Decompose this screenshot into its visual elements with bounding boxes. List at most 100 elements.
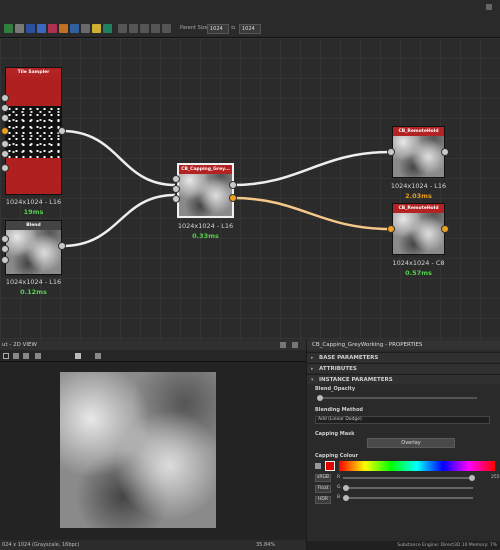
output-port[interactable]	[441, 225, 449, 233]
input-port[interactable]	[1, 164, 9, 172]
connection-tile-to-capping	[61, 129, 176, 187]
node-remote-hold-b[interactable]: CB_RemoteHold	[392, 203, 445, 255]
input-port[interactable]	[387, 148, 395, 156]
input-port[interactable]	[1, 127, 9, 135]
section-attributes[interactable]: ▸ ATTRIBUTES	[307, 363, 500, 373]
pin-icon[interactable]	[37, 24, 46, 33]
output-port[interactable]	[58, 127, 66, 135]
input-port[interactable]	[1, 150, 9, 158]
output-port[interactable]	[58, 242, 66, 250]
input-port[interactable]	[1, 256, 9, 264]
export-icon[interactable]	[129, 24, 138, 33]
node-tile-sampler[interactable]: Tile Sampler	[5, 67, 62, 195]
pin-icon[interactable]	[280, 342, 286, 348]
tool-icon[interactable]	[95, 353, 101, 359]
layout-icon[interactable]	[59, 24, 68, 33]
color-icon[interactable]	[48, 24, 57, 33]
connection-blend-to-capping	[61, 193, 176, 248]
node-title: Blend	[6, 221, 61, 230]
eyedropper-icon[interactable]	[315, 463, 321, 469]
channel-r-label: R	[337, 475, 341, 480]
chevron-right-icon: ▸	[311, 355, 314, 361]
slider-handle[interactable]	[343, 495, 349, 501]
panel-options-icon[interactable]	[486, 4, 492, 10]
node-time: 19ms	[23, 208, 44, 216]
properties-panel: CB_Capping_GreyWorking - PROPERTIES ▸ BA…	[307, 340, 500, 550]
node-size: 1024x1024 - L16	[177, 222, 234, 230]
channel-r-slider[interactable]	[343, 475, 475, 481]
bake-icon[interactable]	[103, 24, 112, 33]
node-time: 2.03ms	[405, 192, 432, 200]
output-port[interactable]	[229, 181, 237, 189]
slider-handle[interactable]	[317, 395, 323, 401]
hue-spectrum[interactable]	[339, 461, 495, 471]
view-2d-panel: ut - 2D VIEW 024 x 1024 (Grayscale, 16bp…	[0, 340, 306, 550]
hdr-button[interactable]: HDR	[315, 496, 331, 504]
history-icon[interactable]	[140, 24, 149, 33]
input-port[interactable]	[172, 175, 180, 183]
blending-method-select[interactable]: Add (Linear Dodge)	[315, 416, 490, 424]
tool-icon[interactable]	[13, 353, 19, 359]
node-preview	[6, 106, 61, 158]
properties-title: CB_Capping_GreyWorking - PROPERTIES	[307, 340, 500, 350]
node-blend[interactable]: Blend	[5, 220, 62, 275]
slider-handle[interactable]	[469, 475, 475, 481]
frame-icon[interactable]	[15, 24, 24, 33]
channel-b-slider[interactable]	[343, 495, 473, 501]
section-instance-parameters[interactable]: ▾ INSTANCE PARAMETERS	[307, 374, 500, 384]
view-2d-canvas[interactable]	[0, 362, 306, 540]
section-label: INSTANCE PARAMETERS	[319, 377, 393, 383]
blend-opacity-slider[interactable]	[317, 395, 477, 401]
node-title: CB_RemoteHold	[393, 204, 444, 213]
view-2d-status: 024 x 1024 (Grayscale, 16bpc) 35.84%	[0, 540, 306, 550]
size-width-select[interactable]: 1024	[207, 24, 229, 34]
input-port[interactable]	[1, 140, 9, 148]
comment-icon[interactable]	[26, 24, 35, 33]
input-port[interactable]	[1, 245, 9, 253]
tool-icon[interactable]	[3, 353, 9, 359]
cursor-icon[interactable]	[75, 353, 81, 359]
input-port[interactable]	[1, 104, 9, 112]
node-remote-hold-a[interactable]: CB_RemoteHold	[392, 126, 445, 178]
srgb-button[interactable]: sRGB	[315, 474, 331, 482]
tool-icon[interactable]	[23, 353, 29, 359]
input-port[interactable]	[387, 225, 395, 233]
align-icon[interactable]	[70, 24, 79, 33]
output-port[interactable]	[229, 194, 237, 202]
channel-g-slider[interactable]	[343, 485, 473, 491]
sort-icon[interactable]	[81, 24, 90, 33]
channel-g-label: G	[337, 485, 341, 490]
input-port[interactable]	[172, 195, 180, 203]
size-height-select[interactable]: 1024	[239, 24, 261, 34]
node-title: Tile Sampler	[6, 68, 61, 77]
input-port[interactable]	[1, 235, 9, 243]
section-base-parameters[interactable]: ▸ BASE PARAMETERS	[307, 352, 500, 362]
input-port[interactable]	[1, 114, 9, 122]
node-time: 0.57ms	[405, 269, 432, 277]
node-time: 0.33ms	[192, 232, 219, 240]
slider-handle[interactable]	[343, 485, 349, 491]
close-icon[interactable]	[292, 342, 298, 348]
help-icon[interactable]	[162, 24, 171, 33]
capping-colour-label: Capping Colour	[315, 453, 359, 459]
view-icon[interactable]	[118, 24, 127, 33]
link-icon[interactable]: ⇆	[231, 25, 235, 31]
graph-icon[interactable]	[4, 24, 13, 33]
float-button[interactable]: Float	[315, 485, 331, 493]
capping-colour-swatch[interactable]	[325, 461, 335, 471]
node-title: CB_Capping_Grey...	[179, 165, 232, 174]
input-port[interactable]	[172, 185, 180, 193]
channel-r-value[interactable]: 255	[491, 475, 500, 480]
capping-mask-button[interactable]: Overlay	[367, 438, 455, 448]
tool-icon[interactable]	[35, 353, 41, 359]
input-port[interactable]	[1, 94, 9, 102]
graph-canvas[interactable]: Tile Sampler 1024x1024 - L16 19ms Blend …	[0, 38, 500, 340]
display-icon[interactable]	[92, 24, 101, 33]
capping-mask-label: Capping Mask	[315, 431, 355, 437]
zoom-level[interactable]: 35.84%	[256, 540, 275, 550]
node-capping[interactable]: CB_Capping_Grey...	[177, 163, 234, 218]
output-port[interactable]	[441, 148, 449, 156]
node-time: 0.12ms	[20, 288, 47, 296]
tools-icon[interactable]	[151, 24, 160, 33]
section-label: BASE PARAMETERS	[319, 355, 379, 361]
